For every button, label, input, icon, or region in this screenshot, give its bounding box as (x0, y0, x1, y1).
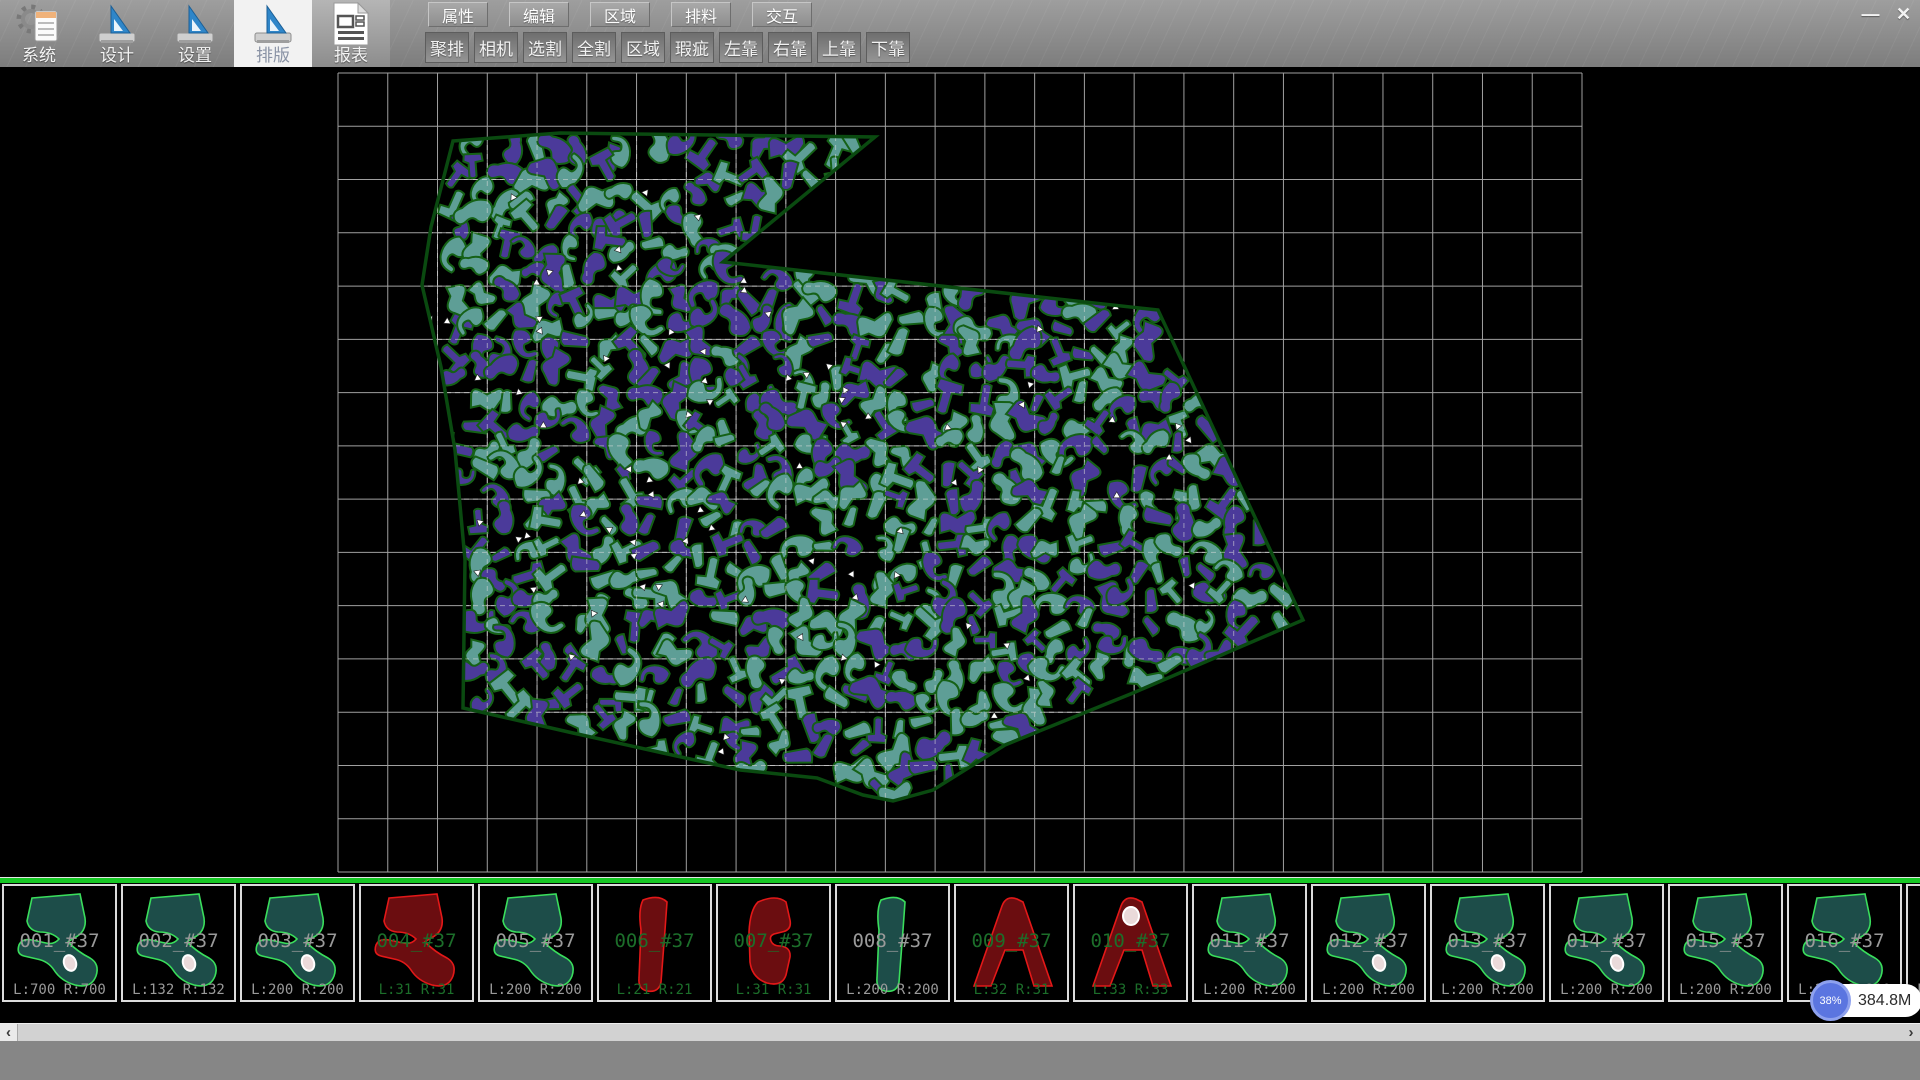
horizontal-scrollbar[interactable]: ‹ › (0, 1023, 1920, 1041)
piece-id: 016_#37 (1789, 930, 1900, 952)
nav-label: 报表 (334, 46, 368, 65)
menu-bar: 属性编辑区域排料交互 (428, 2, 812, 27)
tool-camera-button[interactable]: 相机 (474, 32, 518, 63)
tool-cluster-nest-button[interactable]: 聚排 (425, 32, 469, 63)
piece-id: 014_#37 (1551, 930, 1662, 952)
nav-design-button[interactable]: 设计 (78, 0, 156, 67)
piece-id: 010_#37 (1075, 930, 1186, 952)
window-controls: — ✕ (1854, 0, 1920, 28)
piece-thumbnail[interactable]: 013_#37 L:200 R:200 (1430, 884, 1545, 1002)
nesting-canvas[interactable] (0, 67, 1920, 877)
piece-id: 009_#37 (956, 930, 1067, 952)
ruler-icon (172, 2, 218, 46)
tool-region-button[interactable]: 区域 (621, 32, 665, 63)
piece-thumbnail[interactable]: 015_#37 L:200 R:200 (1668, 884, 1783, 1002)
piece-lr-count: L:200 R:200 (1313, 982, 1424, 998)
piece-id: 011_#37 (1194, 930, 1305, 952)
panel-top-border (0, 877, 1920, 883)
piece-id: 012_#37 (1313, 930, 1424, 952)
piece-thumbnail[interactable]: 010_#37 L:33 R:33 (1073, 884, 1188, 1002)
piece-id: 004_#37 (361, 930, 472, 952)
piece-thumbnail[interactable]: 002_#37 L:132 R:132 (121, 884, 236, 1002)
piece-id: 003_#37 (242, 930, 353, 952)
piece-lr-count: L:200 R:200 (1551, 982, 1662, 998)
ruler-icon (250, 2, 296, 46)
piece-id: 013_#37 (1432, 930, 1543, 952)
piece-id: 017_#37 (1908, 930, 1920, 952)
nav-settings-button[interactable]: 设置 (156, 0, 234, 67)
menu-properties-button[interactable]: 属性 (428, 2, 488, 27)
piece-thumbnail[interactable]: 007_#37 L:31 R:31 (716, 884, 831, 1002)
tool-defect-button[interactable]: 瑕疵 (670, 32, 714, 63)
pieces-panel: 001_#37 L:700 R:700 002_#37 L:132 R:132 003_… (0, 877, 1920, 1003)
nav-layout-button[interactable]: 排版 (234, 0, 312, 67)
piece-lr-count: L:200 R:200 (480, 982, 591, 998)
scroll-left-button[interactable]: ‹ (0, 1024, 18, 1041)
piece-lr-count: L:132 R:132 (123, 982, 234, 998)
piece-thumbnail[interactable]: 014_#37 L:200 R:200 (1549, 884, 1664, 1002)
ruler-icon (94, 2, 140, 46)
progress-circle: 38% (1810, 980, 1851, 1021)
menu-edit-button[interactable]: 编辑 (509, 2, 569, 27)
piece-lr-count: L:200 R:200 (1432, 982, 1543, 998)
application-window: 系统设计设置排版报表 属性编辑区域排料交互 聚排相机选割全割区域瑕疵左靠右靠上靠… (0, 0, 1920, 1080)
menu-interact-button[interactable]: 交互 (752, 2, 812, 27)
piece-thumbnail[interactable]: 012_#37 L:200 R:200 (1311, 884, 1426, 1002)
piece-thumbnail[interactable]: 009_#37 L:32 R:31 (954, 884, 1069, 1002)
tool-align-bottom-button[interactable]: 下靠 (866, 32, 910, 63)
minimize-button[interactable]: — (1854, 0, 1887, 28)
nested-pieces-layer (426, 123, 1297, 811)
piece-thumbnail[interactable]: 003_#37 L:200 R:200 (240, 884, 355, 1002)
piece-id: 006_#37 (599, 930, 710, 952)
memory-value: 384.8M (1858, 984, 1911, 1017)
tool-cut-all-button[interactable]: 全割 (572, 32, 616, 63)
piece-thumbnail[interactable]: 008_#37 L:200 R:200 (835, 884, 950, 1002)
piece-lr-count: L:31 R:31 (361, 982, 472, 998)
piece-thumbnail[interactable]: 011_#37 L:200 R:200 (1192, 884, 1307, 1002)
piece-lr-count: L:700 R:700 (4, 982, 115, 998)
piece-thumbnail[interactable]: 004_#37 L:31 R:31 (359, 884, 474, 1002)
piece-lr-count: L:200 R:200 (1194, 982, 1305, 998)
system-icon (16, 2, 62, 46)
main-nav: 系统 设计 设置 排版 报表 (0, 0, 390, 67)
window-footer (0, 1041, 1920, 1080)
scroll-right-button[interactable]: › (1902, 1024, 1920, 1041)
toolbar: 系统设计设置排版报表 属性编辑区域排料交互 聚排相机选割全割区域瑕疵左靠右靠上靠… (0, 0, 1920, 67)
report-icon (330, 2, 372, 46)
menu-region-button[interactable]: 区域 (590, 2, 650, 27)
piece-lr-count: L:200 R:200 (1670, 982, 1781, 998)
piece-id: 001_#37 (4, 930, 115, 952)
tool-align-left-button[interactable]: 左靠 (719, 32, 763, 63)
piece-lr-count: L:32 R:31 (956, 982, 1067, 998)
tool-align-top-button[interactable]: 上靠 (817, 32, 861, 63)
piece-thumbnail[interactable]: 006_#37 L:21 R:21 (597, 884, 712, 1002)
piece-lr-count: L:21 R:21 (599, 982, 710, 998)
memory-badge: 38% 384.8M (1812, 984, 1920, 1017)
tool-bar: 聚排相机选割全割区域瑕疵左靠右靠上靠下靠 (425, 32, 910, 63)
nav-report-button[interactable]: 报表 (312, 0, 390, 67)
nav-label: 设置 (178, 46, 212, 65)
piece-lr-count: L:200 R:200 (242, 982, 353, 998)
nav-system-button[interactable]: 系统 (0, 0, 78, 67)
nav-label: 设计 (100, 46, 134, 65)
nav-label: 系统 (22, 46, 56, 65)
menu-nesting-button[interactable]: 排料 (671, 2, 731, 27)
tool-align-right-button[interactable]: 右靠 (768, 32, 812, 63)
piece-id: 005_#37 (480, 930, 591, 952)
piece-thumbnail[interactable]: 001_#37 L:700 R:700 (2, 884, 117, 1002)
piece-id: 002_#37 (123, 930, 234, 952)
piece-id: 007_#37 (718, 930, 829, 952)
piece-id: 008_#37 (837, 930, 948, 952)
piece-thumbnail[interactable]: 005_#37 L:200 R:200 (478, 884, 593, 1002)
tool-select-cut-button[interactable]: 选割 (523, 32, 567, 63)
close-button[interactable]: ✕ (1887, 0, 1920, 28)
nesting-drawing (0, 67, 1920, 877)
piece-thumbnail-list: 001_#37 L:700 R:700 002_#37 L:132 R:132 003_… (2, 884, 1920, 1003)
piece-lr-count: L:33 R:33 (1075, 982, 1186, 998)
piece-lr-count: L:200 R:200 (837, 982, 948, 998)
piece-id: 015_#37 (1670, 930, 1781, 952)
nav-label: 排版 (256, 46, 290, 65)
piece-lr-count: L:31 R:31 (718, 982, 829, 998)
